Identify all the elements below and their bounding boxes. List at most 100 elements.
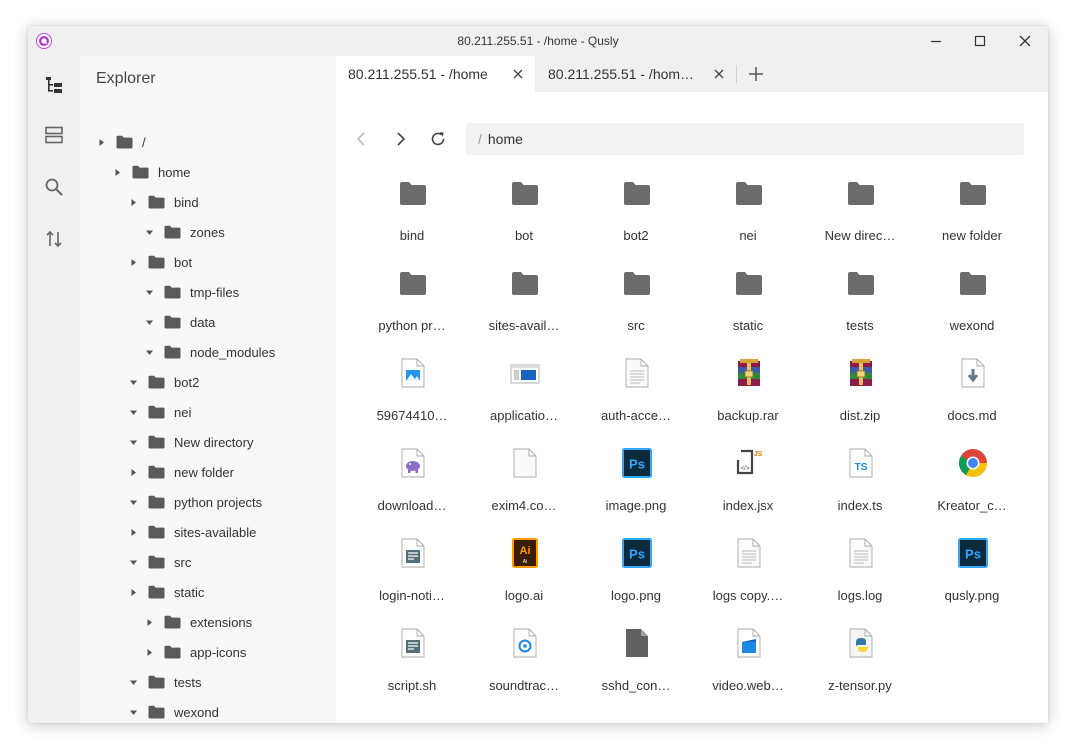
caret-down-icon[interactable]	[143, 226, 155, 238]
tree-item[interactable]: home	[80, 157, 336, 187]
close-window-button[interactable]	[1003, 26, 1047, 56]
tab-label: 80.211.255.51 - /home	[348, 66, 488, 82]
file-item[interactable]: dist.zip	[804, 352, 916, 442]
file-item[interactable]: Kreator_c…	[916, 442, 1028, 532]
tree-item[interactable]: data	[80, 307, 336, 337]
folder-item[interactable]: bind	[356, 172, 468, 262]
file-item[interactable]: download…	[356, 442, 468, 532]
folder-icon	[148, 675, 165, 689]
file-item[interactable]: docs.md	[916, 352, 1028, 442]
tree-item[interactable]: src	[80, 547, 336, 577]
file-item[interactable]: Ps qusly.png	[916, 532, 1028, 622]
caret-down-icon[interactable]	[143, 316, 155, 328]
folder-icon	[400, 182, 426, 205]
activity-explorer-button[interactable]	[42, 73, 66, 97]
back-icon[interactable]	[352, 129, 372, 149]
tree-item[interactable]: node_modules	[80, 337, 336, 367]
tree-item[interactable]: tmp-files	[80, 277, 336, 307]
file-item[interactable]: soundtrac…	[468, 622, 580, 712]
folder-item[interactable]: sites-avail…	[468, 262, 580, 352]
tree-item[interactable]: New directory	[80, 427, 336, 457]
caret-down-icon[interactable]	[143, 346, 155, 358]
caret-down-icon[interactable]	[127, 406, 139, 418]
caret-right-icon[interactable]	[95, 136, 107, 148]
file-item[interactable]: video.web…	[692, 622, 804, 712]
caret-down-icon[interactable]	[127, 706, 139, 718]
file-name: backup.rar	[717, 408, 779, 423]
tab-home-2[interactable]: 80.211.255.51 - /hom…	[536, 56, 736, 92]
file-item[interactable]: sshd_con…	[580, 622, 692, 712]
file-item[interactable]: applicatio…	[468, 352, 580, 442]
path-segment-home[interactable]: home	[488, 131, 523, 147]
activity-transfers-button[interactable]	[42, 227, 66, 251]
path-bar[interactable]: / home	[466, 123, 1024, 155]
tree-item[interactable]: python projects	[80, 487, 336, 517]
file-item[interactable]: script.sh	[356, 622, 468, 712]
minimize-button[interactable]	[914, 26, 958, 56]
activity-sites-button[interactable]	[42, 123, 66, 147]
tree-item[interactable]: sites-available	[80, 517, 336, 547]
caret-down-icon[interactable]	[127, 496, 139, 508]
forward-icon[interactable]	[390, 129, 410, 149]
caret-right-icon[interactable]	[143, 646, 155, 658]
folder-item[interactable]: bot2	[580, 172, 692, 262]
caret-down-icon[interactable]	[127, 676, 139, 688]
tree-item[interactable]: new folder	[80, 457, 336, 487]
tree-item[interactable]: extensions	[80, 607, 336, 637]
file-item[interactable]: logs.log	[804, 532, 916, 622]
tree-item[interactable]: zones	[80, 217, 336, 247]
folder-item[interactable]: nei	[692, 172, 804, 262]
caret-right-icon[interactable]	[127, 586, 139, 598]
file-item[interactable]: login-noti…	[356, 532, 468, 622]
close-icon[interactable]	[511, 67, 525, 81]
tree-item[interactable]: bot2	[80, 367, 336, 397]
caret-right-icon[interactable]	[127, 256, 139, 268]
caret-down-icon[interactable]	[127, 556, 139, 568]
caret-down-icon[interactable]	[127, 436, 139, 448]
tree-item[interactable]: bot	[80, 247, 336, 277]
tree-item[interactable]: app-icons	[80, 637, 336, 667]
add-tab-icon[interactable]	[746, 64, 766, 84]
file-item[interactable]: JS </> index.jsx	[692, 442, 804, 532]
file-item[interactable]: Ps image.png	[580, 442, 692, 532]
file-item[interactable]: 59674410…	[356, 352, 468, 442]
tree-item[interactable]: /	[80, 127, 336, 157]
file-item[interactable]: z-tensor.py	[804, 622, 916, 712]
folder-item[interactable]: src	[580, 262, 692, 352]
file-item[interactable]: Ai Ai logo.ai	[468, 532, 580, 622]
file-item[interactable]: logs copy.…	[692, 532, 804, 622]
file-item[interactable]: auth-acce…	[580, 352, 692, 442]
tree-item[interactable]: tests	[80, 667, 336, 697]
caret-right-icon[interactable]	[127, 466, 139, 478]
folder-item[interactable]: python pr…	[356, 262, 468, 352]
caret-right-icon[interactable]	[127, 196, 139, 208]
explorer-title: Explorer	[96, 70, 156, 87]
caret-down-icon[interactable]	[143, 286, 155, 298]
svg-text:Ai: Ai	[523, 559, 527, 565]
caret-right-icon[interactable]	[111, 166, 123, 178]
file-item[interactable]: backup.rar	[692, 352, 804, 442]
caret-right-icon[interactable]	[143, 616, 155, 628]
caret-right-icon[interactable]	[127, 526, 139, 538]
folder-item[interactable]: wexond	[916, 262, 1028, 352]
tab-home-1[interactable]: 80.211.255.51 - /home	[336, 56, 535, 92]
maximize-button[interactable]	[958, 26, 1002, 56]
folder-item[interactable]: new folder	[916, 172, 1028, 262]
file-item[interactable]: Ps logo.png	[580, 532, 692, 622]
folder-item[interactable]: static	[692, 262, 804, 352]
tree-item[interactable]: static	[80, 577, 336, 607]
refresh-icon[interactable]	[428, 129, 448, 149]
file-item[interactable]: TS index.ts	[804, 442, 916, 532]
tree-item[interactable]: wexond	[80, 697, 336, 723]
activity-search-button[interactable]	[42, 175, 66, 199]
file-item[interactable]: exim4.co…	[468, 442, 580, 532]
close-icon[interactable]	[712, 67, 726, 81]
tree-item[interactable]: bind	[80, 187, 336, 217]
folder-icon	[164, 285, 181, 299]
folder-item[interactable]: tests	[804, 262, 916, 352]
folder-item[interactable]: bot	[468, 172, 580, 262]
folder-item[interactable]: New direc…	[804, 172, 916, 262]
file-name: applicatio…	[490, 408, 558, 423]
tree-item[interactable]: nei	[80, 397, 336, 427]
caret-down-icon[interactable]	[127, 376, 139, 388]
